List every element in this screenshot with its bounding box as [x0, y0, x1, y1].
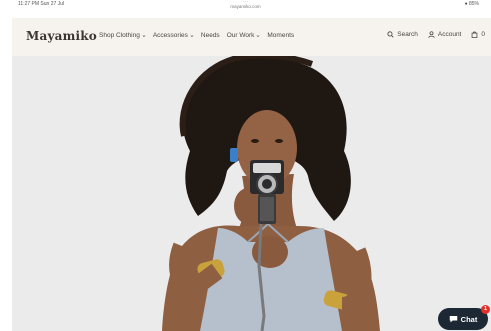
chevron-down-icon — [190, 34, 194, 37]
nav-label: Our Work — [226, 32, 255, 39]
nav-needs[interactable]: Needs — [201, 32, 220, 39]
address-bar-url[interactable]: mayamiko.com — [0, 4, 491, 9]
header-actions: Search Account 0 — [377, 31, 485, 38]
chevron-down-icon — [257, 34, 260, 37]
nav-label: Shop Clothing — [99, 32, 140, 39]
nav-moments[interactable]: Moments — [267, 32, 294, 39]
search-label: Search — [397, 31, 418, 38]
status-bar: 11:27 PM Sun 27 Jul ··· mayamiko.com ● 8… — [0, 0, 491, 10]
search-button[interactable]: Search — [387, 31, 418, 38]
chat-label: Chat — [460, 314, 478, 324]
nav-label: Accessories — [152, 32, 188, 39]
search-icon — [387, 31, 394, 38]
battery-indicator: ● 85% — [464, 1, 479, 7]
cart-count: 0 — [481, 31, 485, 38]
cart-button[interactable]: 0 — [471, 31, 485, 38]
site-logo[interactable]: Mayamiko — [26, 29, 97, 43]
shopping-bag-icon — [472, 31, 478, 38]
hero-photo-model-with-camera — [12, 56, 491, 331]
chevron-down-icon — [142, 34, 146, 37]
notification-badge: 1 — [481, 305, 490, 314]
nav-label: Moments — [267, 32, 295, 39]
nav-our-work[interactable]: Our Work — [227, 32, 261, 39]
account-button[interactable]: Account — [428, 31, 462, 38]
main-nav: Shop Clothing Accessories Needs Our Work… — [99, 32, 301, 39]
nav-label: Needs — [200, 32, 220, 39]
nav-accessories[interactable]: Accessories — [153, 32, 194, 39]
account-label: Account — [437, 31, 462, 38]
nav-shop-clothing[interactable]: Shop Clothing — [99, 32, 146, 39]
site-header: Mayamiko Shop Clothing Accessories Needs… — [12, 18, 491, 56]
hero-banner[interactable] — [12, 56, 491, 331]
user-icon — [428, 31, 435, 38]
chat-bubble-icon — [449, 316, 457, 323]
